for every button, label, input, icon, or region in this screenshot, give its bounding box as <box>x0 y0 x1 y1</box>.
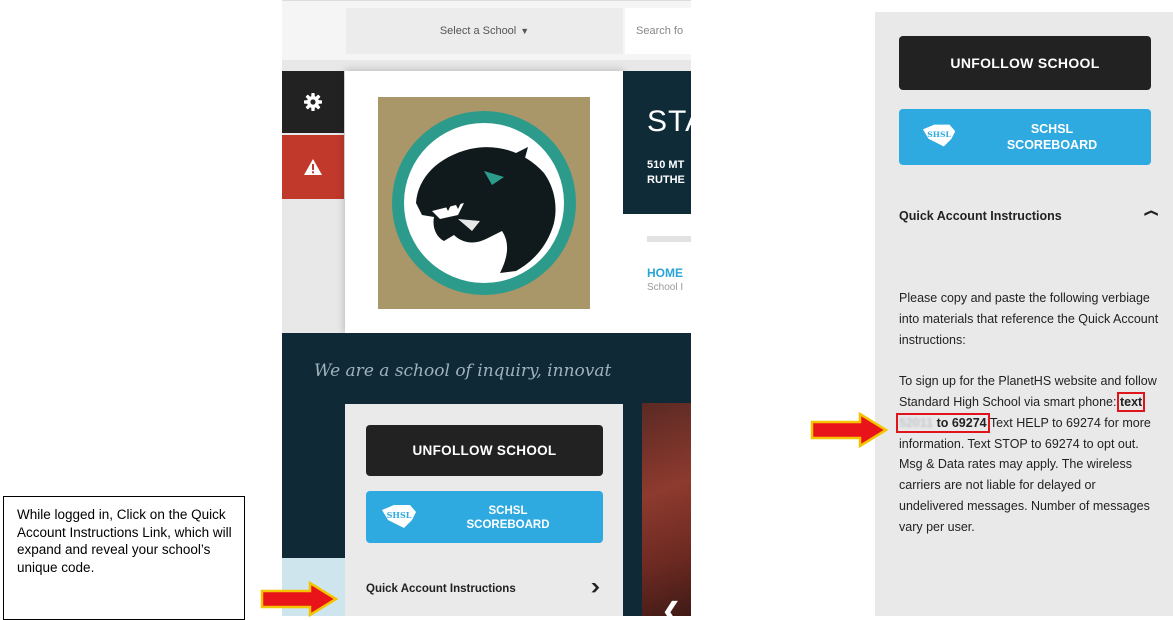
chevron-down-icon[interactable]: ❯ <box>590 581 601 592</box>
schsl-logo: SHSL <box>922 124 956 147</box>
unfollow-school-label: UNFOLLOW SCHOOL <box>412 443 557 458</box>
pointer-arrow <box>810 412 888 448</box>
school-name: STA <box>647 105 691 138</box>
school-address-line2: RUTHE <box>647 174 685 186</box>
schsl-logo: SHSL <box>382 505 416 528</box>
code-suffix: to 69274 <box>936 415 987 430</box>
chevron-up-icon[interactable]: ❯ <box>1142 209 1158 217</box>
instruction-callout: While logged in, Click on the Quick Acco… <box>3 496 245 620</box>
breadcrumb-area: HOME School I <box>623 214 691 333</box>
scoreboard-label: SCHSL SCOREBOARD <box>466 505 550 532</box>
school-address-line1: 510 MT <box>647 159 685 171</box>
pointer-arrow <box>260 581 338 617</box>
gear-icon <box>304 93 322 111</box>
quick-account-instructions-link[interactable]: Quick Account Instructions <box>366 583 516 595</box>
settings-button[interactable] <box>282 71 344 133</box>
quick-account-instructions-link-expanded[interactable]: Quick Account Instructions <box>899 209 1062 223</box>
caret-down-icon: ▼ <box>520 26 530 36</box>
code-prefix: text <box>1119 394 1143 409</box>
alert-button[interactable] <box>282 135 344 199</box>
chevron-left-icon[interactable]: ❮ <box>662 598 680 616</box>
svg-text:SHSL: SHSL <box>387 510 412 520</box>
quick-account-instructions-body: Please copy and paste the following verb… <box>895 288 1159 538</box>
unfollow-school-button[interactable]: UNFOLLOW SCHOOL <box>366 425 603 476</box>
signup-text: To sign up for the PlanetHS website and … <box>899 374 1157 409</box>
schsl-scoreboard-button[interactable]: SHSL SCHSL SCOREBOARD <box>366 491 603 543</box>
alert-icon <box>304 159 322 175</box>
search-input[interactable]: Search fo <box>625 8 691 54</box>
select-school-dropdown[interactable]: Select a School ▼ <box>346 8 623 54</box>
school-actions-panel-expanded: UNFOLLOW SCHOOL SHSL SCHSL SCOREBOARD Qu… <box>875 12 1173 616</box>
svg-text:SHSL: SHSL <box>927 130 951 139</box>
instructions-intro: Please copy and paste the following verb… <box>899 291 1159 347</box>
school-actions-panel-collapsed: UNFOLLOW SCHOOL SHSL SCHSL SCOREBOARD Qu… <box>345 404 623 616</box>
scoreboard-label: SCHSL SCOREBOARD <box>1006 122 1098 152</box>
panther-logo <box>392 111 576 295</box>
unfollow-school-button-expanded[interactable]: UNFOLLOW SCHOOL <box>899 36 1151 90</box>
hero-photo <box>642 403 691 616</box>
search-placeholder: Search fo <box>636 25 684 37</box>
school-name-band: STA 510 MT RUTHE <box>623 71 691 214</box>
select-school-label: Select a School <box>439 25 517 37</box>
schsl-scoreboard-button-expanded[interactable]: SHSL SCHSL SCOREBOARD <box>899 109 1151 165</box>
unfollow-school-label: UNFOLLOW SCHOOL <box>950 55 1100 71</box>
nav-subtitle: School I <box>647 282 684 293</box>
school-logo-card <box>345 71 623 333</box>
opt-out-text: Text HELP to 69274 for more information.… <box>899 415 1151 534</box>
school-code-redacted: 52011 <box>899 415 934 430</box>
instructions-text: To sign up for the PlanetHS website and … <box>895 371 1159 537</box>
nav-home-link[interactable]: HOME <box>647 266 683 280</box>
logo-tile <box>378 97 590 309</box>
nav-divider <box>647 236 691 242</box>
school-motto: We are a school of inquiry, innovat <box>314 361 612 381</box>
